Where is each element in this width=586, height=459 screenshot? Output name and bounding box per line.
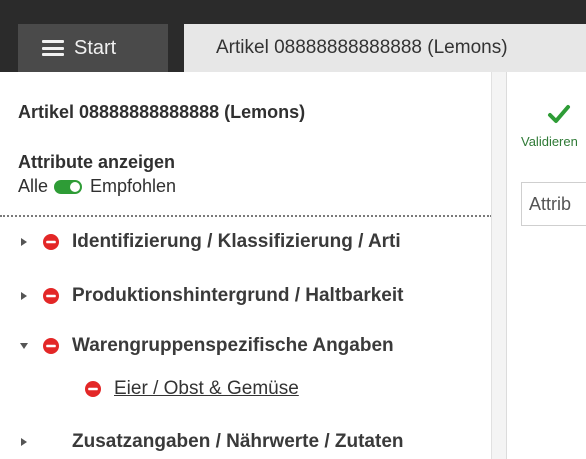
- section-divider: [0, 215, 491, 217]
- tree-subitem-label: Eier / Obst & Gemüse: [114, 378, 299, 399]
- error-icon: [42, 337, 60, 355]
- attribute-filter-toggle[interactable]: [54, 179, 83, 194]
- validation-area: Validieren: [506, 72, 586, 258]
- attribute-search-input[interactable]: [521, 182, 586, 226]
- article-navigation-panel: Artikel 08888888888888 (Lemons) Attribut…: [0, 72, 492, 459]
- toggle-right-label: Empfohlen: [90, 176, 177, 196]
- caret-right-icon: [18, 236, 30, 248]
- top-strip: [0, 0, 586, 24]
- tree-item-zusatzangaben[interactable]: Zusatzangaben / Nährwerte / Zutaten: [18, 428, 404, 456]
- tab-start[interactable]: Start: [18, 24, 168, 72]
- menu-icon: [42, 40, 64, 56]
- tree-item-label: Warengruppenspezifische Angaben: [72, 335, 394, 356]
- details-content-area: [506, 258, 586, 459]
- tree-item-warengruppenspezifische-angaben[interactable]: Warengruppenspezifische Angaben: [18, 332, 394, 360]
- tree-item-identifizierung[interactable]: Identifizierung / Klassifizierung / Arti: [18, 228, 401, 256]
- tab-article-label: Artikel 08888888888888 (Lemons): [216, 37, 508, 58]
- tab-start-label: Start: [74, 36, 117, 59]
- attributes-heading: Attribute anzeigen: [18, 152, 176, 172]
- tab-bar: Start Artikel 08888888888888 (Lemons): [0, 24, 586, 72]
- tree-item-label: Produktionshintergrund / Haltbarkeit: [72, 285, 404, 306]
- attribute-filter-row: Alle Empfohlen: [18, 176, 176, 197]
- error-icon: [84, 380, 102, 398]
- error-icon: [42, 233, 60, 251]
- details-panel: Validieren: [492, 72, 586, 459]
- tree-subitem-eier-obst-gemuese[interactable]: Eier / Obst & Gemüse: [84, 378, 299, 400]
- tree-item-produktionshintergrund[interactable]: Produktionshintergrund / Haltbarkeit: [18, 282, 403, 310]
- tree-item-label: Identifizierung / Klassifizierung / Arti: [72, 231, 401, 252]
- error-icon: [42, 287, 60, 305]
- caret-right-icon: [18, 290, 30, 302]
- check-icon[interactable]: [547, 102, 571, 126]
- tree-item-label: Zusatzangaben / Nährwerte / Zutaten: [72, 431, 404, 452]
- validate-label[interactable]: Validieren: [521, 134, 578, 149]
- caret-right-icon: [18, 436, 30, 448]
- caret-down-icon: [18, 340, 30, 352]
- tab-article[interactable]: Artikel 08888888888888 (Lemons): [184, 24, 586, 72]
- panel-title: Artikel 08888888888888 (Lemons): [18, 102, 306, 122]
- toggle-left-label: Alle: [18, 176, 49, 196]
- app-window: Start Artikel 08888888888888 (Lemons) Ar…: [0, 0, 586, 459]
